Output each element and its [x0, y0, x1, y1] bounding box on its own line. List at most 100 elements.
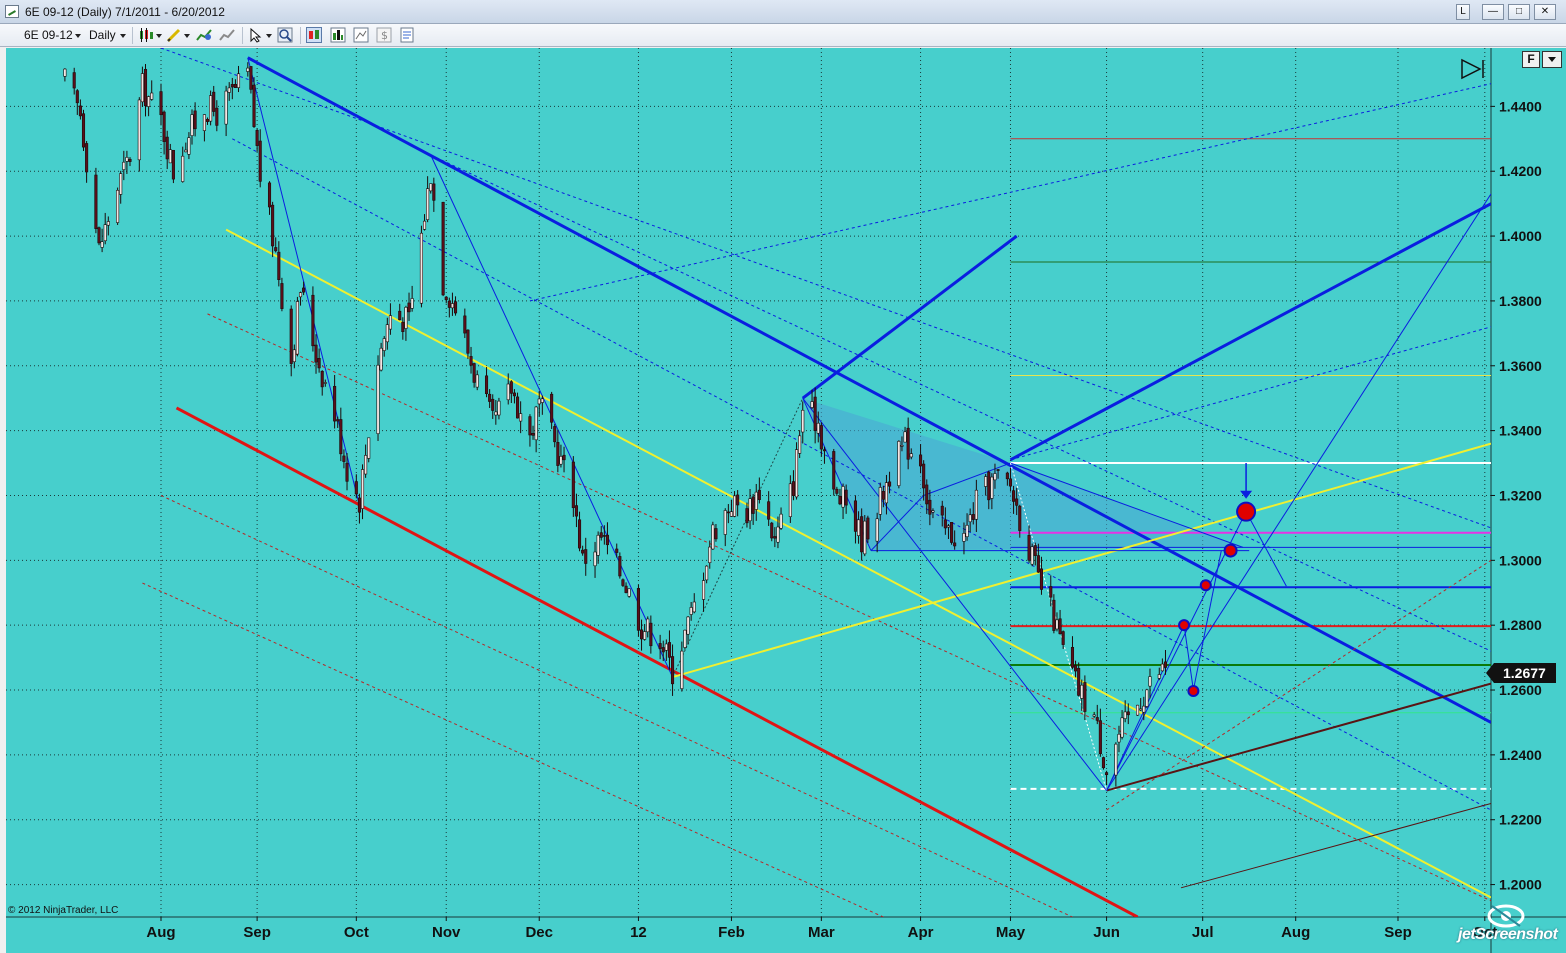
price-chart[interactable]: 1.4400 1.4200 1.4000 1.3800 1.3600 1.3400 1.32… — [6, 48, 1566, 953]
candlestick-style-icon[interactable] — [138, 27, 154, 43]
candle-body — [246, 67, 250, 72]
candle-body — [853, 500, 857, 532]
order-entry-icon[interactable] — [306, 27, 322, 43]
candle-body — [922, 463, 926, 489]
data-box-icon[interactable] — [353, 27, 369, 43]
candle-body — [509, 381, 513, 394]
candle-body — [215, 107, 219, 126]
indicator-icon[interactable] — [196, 27, 212, 43]
candle-body — [401, 321, 405, 332]
candle-body — [550, 393, 554, 423]
candle-body — [426, 188, 430, 220]
candle-body — [181, 155, 185, 182]
chevron-down-icon — [184, 34, 190, 38]
candle-body — [1095, 717, 1099, 721]
candle-body — [757, 489, 761, 500]
candle-body — [277, 251, 281, 280]
pattern-point-marker — [1236, 501, 1257, 522]
interval-selector[interactable]: Daily — [89, 28, 116, 42]
copyright-text: © 2012 NinjaTrader, LLC — [8, 905, 119, 916]
candle-body — [1163, 661, 1168, 668]
watermark-logo: jetScreenshot — [1458, 900, 1564, 952]
candle-body — [450, 303, 454, 309]
candle-body — [159, 91, 163, 116]
panel-toggle-button[interactable]: F — [1522, 51, 1540, 68]
candle-body — [708, 546, 712, 563]
close-button[interactable]: ✕ — [1534, 4, 1556, 20]
candle-body — [795, 449, 799, 498]
candle-body — [1105, 772, 1109, 776]
candle-body — [317, 357, 321, 369]
candle-body — [816, 422, 820, 434]
candle-body — [1052, 599, 1056, 631]
pointer-icon[interactable] — [248, 27, 264, 43]
properties-icon[interactable] — [399, 27, 415, 43]
candle-body — [1142, 705, 1146, 713]
candle-body — [475, 374, 479, 388]
candle-body — [295, 301, 299, 355]
candle-body — [165, 136, 169, 160]
chart-background — [6, 48, 1566, 953]
candle-body — [147, 96, 151, 107]
candle-body — [593, 551, 597, 567]
candle-body — [748, 498, 752, 522]
candle-body — [336, 419, 340, 422]
candle-body — [692, 601, 696, 613]
candle-body — [1117, 733, 1121, 743]
candle-body — [571, 461, 575, 509]
y-tick-label: 1.3400 — [1499, 423, 1542, 439]
candle-body — [1074, 664, 1078, 672]
panel-dropdown-button[interactable] — [1542, 51, 1562, 68]
candle-body — [1145, 689, 1149, 707]
candle-body — [1027, 535, 1031, 561]
y-tick-label: 1.2200 — [1499, 812, 1542, 828]
candle-body — [407, 302, 411, 313]
candle-body — [85, 143, 89, 173]
candle-body — [779, 513, 783, 529]
candle-body — [714, 528, 718, 540]
minimize-button[interactable]: — — [1482, 4, 1504, 20]
candle-body — [376, 364, 380, 434]
chevron-down-icon — [266, 34, 272, 38]
strategy-icon[interactable] — [219, 27, 235, 43]
candle-body — [680, 650, 684, 689]
dollar-icon[interactable]: $ — [376, 27, 392, 43]
candle-body — [354, 481, 358, 495]
candle-body — [447, 300, 451, 308]
candle-body — [643, 631, 647, 640]
candle-body — [255, 130, 259, 146]
link-button[interactable]: L — [1456, 4, 1470, 20]
candle-body — [745, 508, 749, 524]
maximize-button[interactable]: □ — [1508, 4, 1530, 20]
candle-body — [75, 90, 79, 104]
candle-body — [822, 449, 826, 452]
candle-body — [314, 344, 318, 363]
candle-body — [903, 431, 907, 443]
chart-toolbar: 6E 09-12 Daily $ — [0, 24, 1566, 47]
candle-body — [906, 427, 910, 460]
candle-body — [1008, 478, 1013, 487]
candle-body — [636, 588, 640, 631]
candle-body — [667, 642, 671, 658]
x-tick-label: Apr — [908, 924, 934, 941]
candle-body — [494, 411, 498, 416]
x-tick-label: May — [996, 924, 1026, 941]
candle-body — [385, 324, 389, 343]
chart-panel[interactable]: 1.4400 1.4200 1.4000 1.3800 1.3600 1.3400 1.32… — [6, 48, 1566, 953]
bar-chart-icon[interactable] — [330, 27, 346, 43]
candle-body — [925, 484, 929, 505]
x-tick-label: Aug — [1281, 924, 1310, 941]
candle-body — [574, 505, 578, 517]
candle-body — [1080, 684, 1084, 699]
drawing-tool-icon[interactable] — [166, 27, 182, 43]
instrument-selector[interactable]: 6E 09-12 — [24, 28, 73, 42]
candle-body — [398, 310, 402, 321]
candle-body — [333, 385, 337, 422]
zoom-icon[interactable] — [277, 27, 293, 43]
candle-body — [528, 416, 532, 436]
x-tick-label: Feb — [718, 924, 745, 941]
candle-body — [974, 489, 978, 520]
candle-body — [116, 190, 120, 223]
chevron-down-icon — [120, 34, 126, 38]
candle-body — [212, 91, 216, 112]
